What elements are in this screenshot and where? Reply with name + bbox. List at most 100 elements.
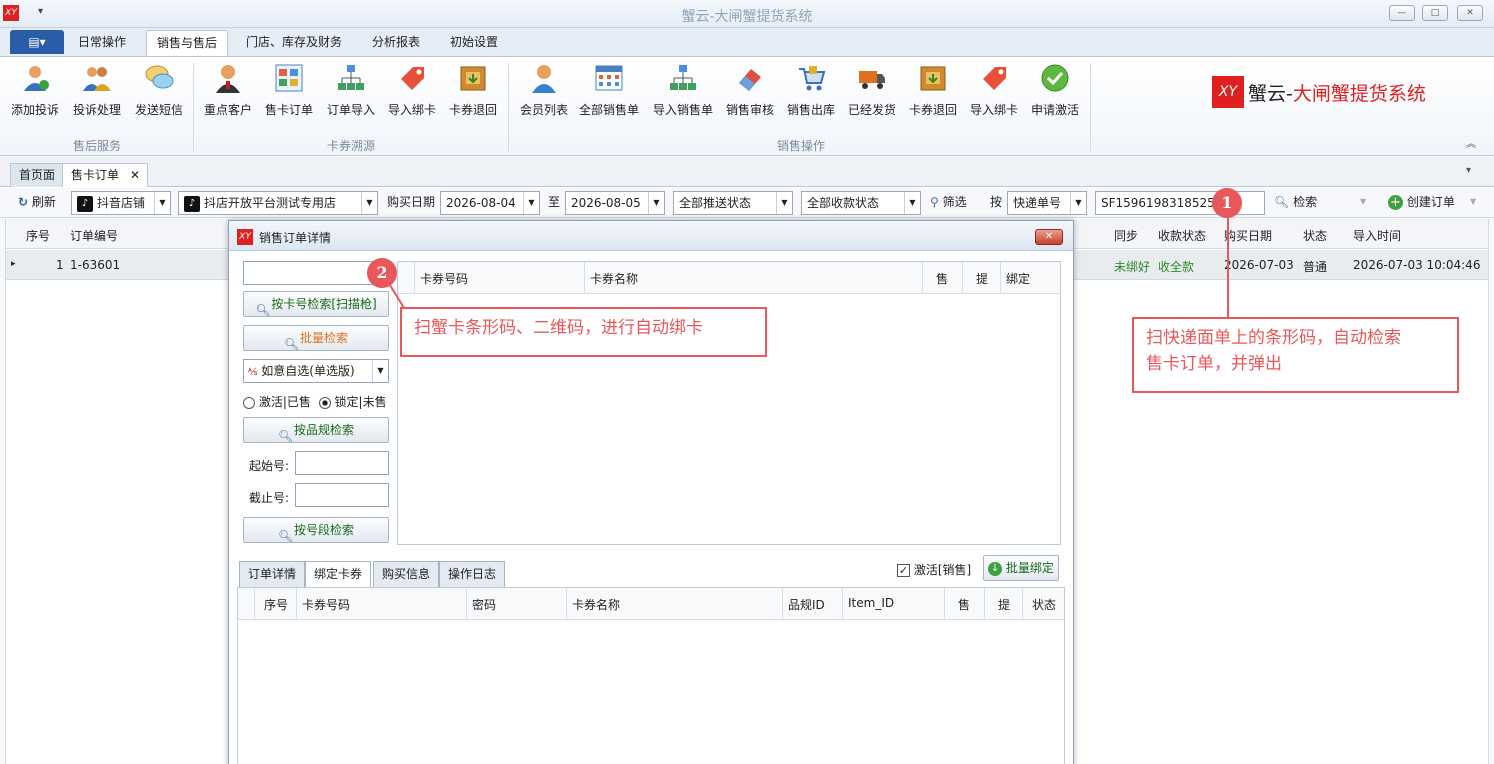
import-bind-card-button-2[interactable]: 导入绑卡 (966, 61, 1022, 125)
col-card-name: 卡券名称 (590, 272, 639, 286)
shipped-button[interactable]: 已经发货 (844, 61, 900, 125)
all-sales-button[interactable]: 全部销售单 (576, 61, 642, 125)
search-options-dropdown[interactable]: ▼ (1360, 191, 1366, 215)
tab-list-menu[interactable]: ▾ (1466, 165, 1471, 176)
maximize-button[interactable]: □ (1422, 5, 1448, 21)
file-menu-button[interactable]: ▤▾ (10, 30, 64, 54)
handle-complaint-button[interactable]: 投诉处理 (68, 61, 126, 125)
filter-label: 筛选 (942, 195, 967, 209)
card-order-button[interactable]: 售卡订单 (260, 61, 318, 125)
search-by-spec-button[interactable]: 🔍︎按品规检索 (243, 417, 389, 443)
shop-type-select[interactable]: ♪ 抖音店铺 ▼ (71, 191, 171, 215)
annotation-badge-1: 1 (1212, 188, 1242, 218)
member-list-button[interactable]: 会员列表 (516, 61, 572, 125)
minimize-button[interactable]: — (1389, 5, 1415, 21)
search-by-card-label: 按卡号检索[扫描枪] (271, 297, 377, 311)
col-seq: 序号 (264, 598, 289, 612)
tab-settings[interactable]: 初始设置 (440, 30, 508, 56)
tab-sales-aftersales[interactable]: 销售与售后 (146, 30, 229, 56)
radio-activated[interactable] (243, 396, 255, 409)
chevron-down-icon: ▼ (372, 360, 388, 382)
chevron-down-icon: ▼ (776, 192, 792, 214)
col-import-time[interactable]: 导入时间 (1353, 227, 1401, 244)
filter-button[interactable]: ⚲ 筛选 (930, 191, 967, 215)
col-status: 状态 (1032, 598, 1057, 612)
add-complaint-label: 添加投诉 (10, 103, 59, 117)
column-divider (944, 588, 945, 620)
import-bind-card-label-2: 导入绑卡 (969, 103, 1018, 117)
dialog-title-bar[interactable]: XY 销售订单详情 ✕ (229, 221, 1073, 251)
close-window-button[interactable]: ✕ (1457, 5, 1483, 21)
col-sync[interactable]: 同步 (1114, 227, 1138, 244)
annotation-callout-1-line2: 售卡订单，并弹出 (1146, 354, 1282, 374)
sales-audit-button[interactable]: 销售审核 (722, 61, 778, 125)
search-by-range-button[interactable]: 🔍︎按号段检索 (243, 517, 389, 543)
user-add-icon (18, 61, 52, 95)
date-to-picker[interactable]: 2026-08-05 ▼ (565, 191, 665, 215)
radio-locked[interactable] (318, 396, 331, 409)
cell-purchase-date: 2026-07-03 (1224, 258, 1294, 272)
ribbon-collapse-button[interactable]: ︽ (1466, 135, 1476, 150)
col-status[interactable]: 状态 (1303, 227, 1327, 244)
form-grid-icon (272, 61, 306, 95)
card-return-button[interactable]: 卡券退回 (444, 61, 502, 125)
apply-activation-button[interactable]: 申请激活 (1026, 61, 1084, 125)
cell-seq: 1 (56, 258, 64, 272)
push-status-select[interactable]: 全部推送状态 ▼ (673, 191, 793, 215)
col-order-no[interactable]: 订单编号 (70, 227, 118, 244)
tab-card-orders[interactable]: 售卡订单 ✕ (62, 163, 148, 187)
batch-bind-button[interactable]: ↓ 批量绑定 (983, 555, 1059, 581)
refresh-button[interactable]: ↻ 刷新 (18, 191, 56, 215)
tab-home[interactable]: 首页面 (10, 163, 65, 187)
range-search-icon: 🔍︎ (277, 528, 294, 543)
add-complaint-button[interactable]: 添加投诉 (6, 61, 64, 125)
import-bind-card-button[interactable]: 导入绑卡 (384, 61, 440, 125)
import-sales-button[interactable]: 导入销售单 (648, 61, 718, 125)
all-sales-label: 全部销售单 (578, 103, 639, 117)
col-pay-status[interactable]: 收款状态 (1158, 227, 1206, 244)
shop-name-select[interactable]: ♪ 抖店开放平台测试专用店 ▼ (178, 191, 378, 215)
column-divider (566, 588, 567, 620)
card-return-button-2[interactable]: 卡券退回 (904, 61, 962, 125)
title-bar: XY ▾ 蟹云-大闸蟹提货系统 — □ ✕ (0, 0, 1494, 28)
calendar-grid-icon (592, 61, 626, 95)
col-seq[interactable]: 序号 (26, 227, 50, 244)
tab-reports[interactable]: 分析报表 (362, 30, 430, 56)
date-from-picker[interactable]: 2026-08-04 ▼ (440, 191, 540, 215)
tab-order-detail[interactable]: 订单详情 (239, 561, 306, 587)
search-by-card-button[interactable]: 🔍︎按卡号检索[扫描枪] (243, 291, 389, 317)
shipped-label: 已经发货 (847, 103, 896, 117)
send-sms-button[interactable]: 发送短信 (130, 61, 188, 125)
tab-daily-ops[interactable]: 日常操作 (68, 30, 136, 56)
sales-outbound-button[interactable]: 销售出库 (782, 61, 840, 125)
tab-purchase-info[interactable]: 购买信息 (373, 561, 440, 587)
search-field-select[interactable]: 快递单号 ▼ (1007, 191, 1087, 215)
card-search-table-header: 卡券号码 卡券名称 售 提 绑定 (398, 262, 1060, 294)
ribbon-tab-bar: ▤▾ 日常操作 销售与售后 门店、库存及财务 分析报表 初始设置 (0, 28, 1494, 56)
activate-sale-checkbox[interactable]: ✓ 激活[销售] (897, 561, 971, 578)
product-select-value: 如意自选(单选版) (261, 364, 355, 378)
pay-status-select[interactable]: 全部收款状态 ▼ (801, 191, 921, 215)
order-import-button[interactable]: 订单导入 (322, 61, 380, 125)
search-button[interactable]: 🔍︎ 检索 (1274, 191, 1317, 215)
product-select[interactable]: ⅍ 如意自选(单选版) ▼ (243, 359, 389, 383)
create-order-button[interactable]: + 创建订单 (1388, 191, 1455, 215)
tab-store-inventory-finance[interactable]: 门店、库存及财务 (236, 30, 352, 56)
col-purchase-date[interactable]: 购买日期 (1224, 227, 1272, 244)
end-no-input[interactable] (295, 483, 389, 507)
col-card-no: 卡券号码 (302, 598, 351, 612)
dialog-close-button[interactable]: ✕ (1035, 229, 1063, 245)
col-password: 密码 (472, 598, 497, 612)
close-tab-icon[interactable]: ✕ (130, 164, 140, 186)
create-order-dropdown[interactable]: ▼ (1470, 191, 1476, 215)
filter-toolbar: ↻ 刷新 ♪ 抖音店铺 ▼ ♪ 抖店开放平台测试专用店 ▼ 购买日期 2026-08… (0, 188, 1494, 218)
key-customer-button[interactable]: 重点客户 (200, 61, 256, 125)
column-divider (466, 588, 467, 620)
brand-banner: XY 蟹云- 大闸蟹提货系统 (1212, 75, 1426, 109)
tab-operation-log[interactable]: 操作日志 (439, 561, 506, 587)
batch-search-button[interactable]: 🔍︎批量检索 (243, 325, 389, 351)
start-no-input[interactable] (295, 451, 389, 475)
sales-audit-label: 销售审核 (725, 103, 774, 117)
tab-bound-cards[interactable]: 绑定卡券 (305, 561, 372, 588)
group-divider (1090, 63, 1091, 151)
